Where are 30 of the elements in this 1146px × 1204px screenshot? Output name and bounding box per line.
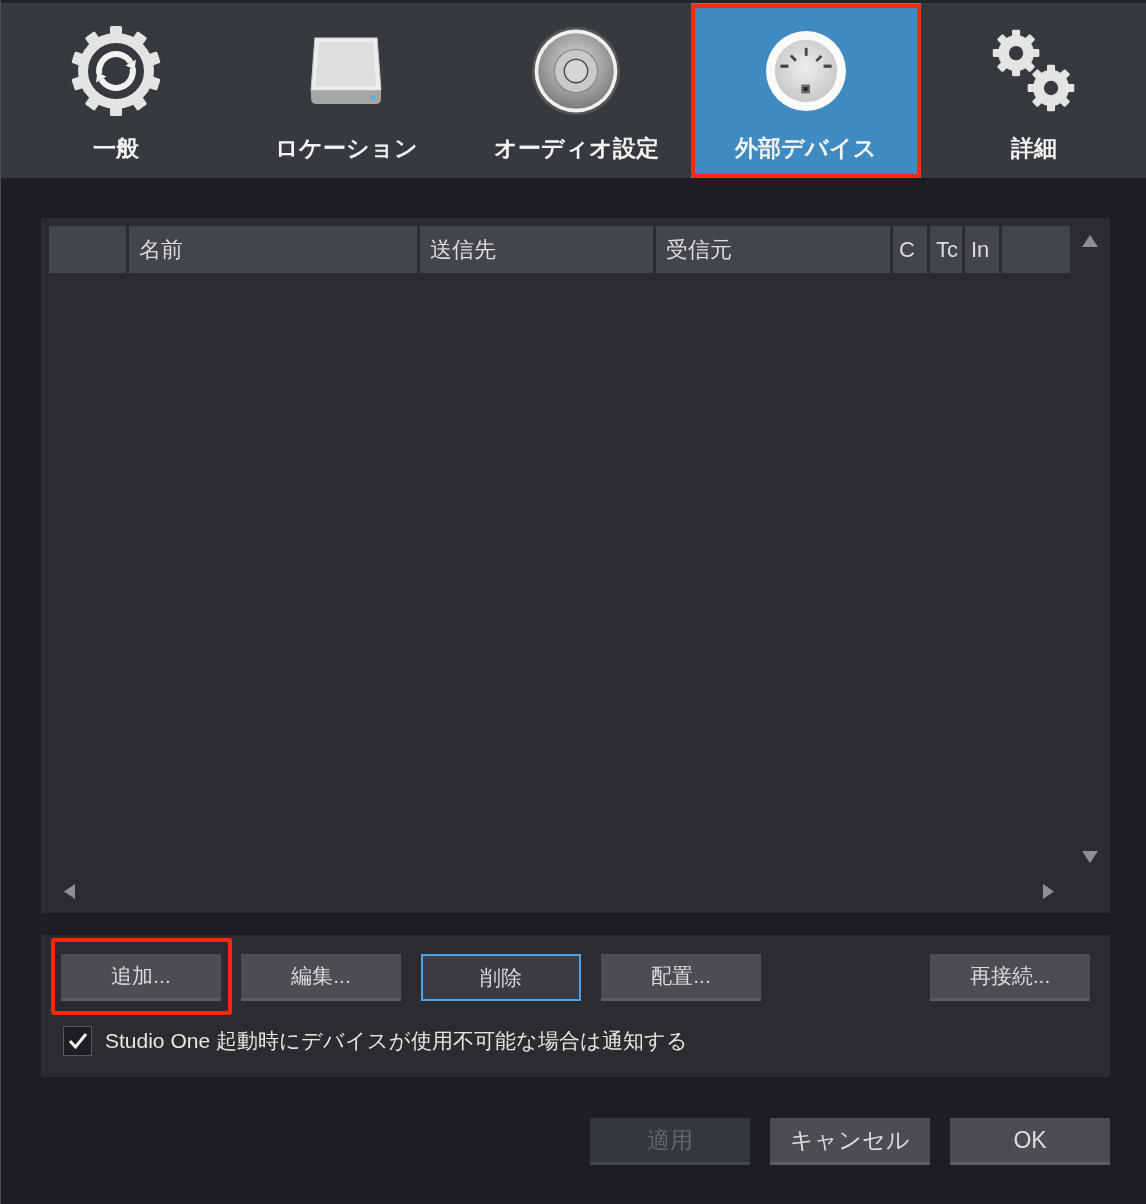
connector-icon <box>766 31 846 111</box>
column-header[interactable]: 送信先 <box>420 226 653 273</box>
header-cell <box>1002 226 1070 273</box>
dialog-button[interactable]: OK <box>950 1118 1110 1165</box>
column-header[interactable]: C <box>893 226 927 273</box>
tab[interactable]: 一般 <box>1 3 231 178</box>
device-button[interactable]: 再接続... <box>930 954 1090 1001</box>
device-button[interactable]: 編集... <box>241 954 401 1001</box>
column-header[interactable]: 受信元 <box>656 226 890 273</box>
column-header[interactable]: In <box>965 226 999 273</box>
speaker-icon <box>531 26 621 116</box>
down-triangle-icon[interactable] <box>1082 851 1098 863</box>
drive-icon <box>310 36 382 106</box>
checkbox-label[interactable]: Studio One 起動時にデバイスが使用不可能な場合は通知する <box>105 1025 688 1057</box>
gear-arrows-icon <box>70 25 162 117</box>
left-triangle-icon[interactable] <box>64 883 75 899</box>
gears-icon <box>990 28 1077 114</box>
up-triangle-icon[interactable] <box>1082 235 1098 247</box>
right-triangle-icon[interactable] <box>1043 883 1054 899</box>
tab[interactable]: オーディオ設定 <box>461 3 691 178</box>
dialog-button[interactable]: キャンセル <box>770 1118 930 1165</box>
column-header[interactable]: Tc <box>930 226 962 273</box>
tab[interactable]: ロケーション <box>231 3 461 178</box>
checkmark-icon <box>67 1031 88 1050</box>
tab[interactable]: 詳細 <box>921 3 1146 178</box>
device-button[interactable]: 削除 <box>421 954 581 1001</box>
device-button[interactable]: 配置... <box>601 954 761 1001</box>
device-button[interactable]: 追加... <box>61 954 221 1001</box>
column-header[interactable]: 名前 <box>129 226 417 273</box>
checkbox[interactable] <box>63 1025 92 1056</box>
